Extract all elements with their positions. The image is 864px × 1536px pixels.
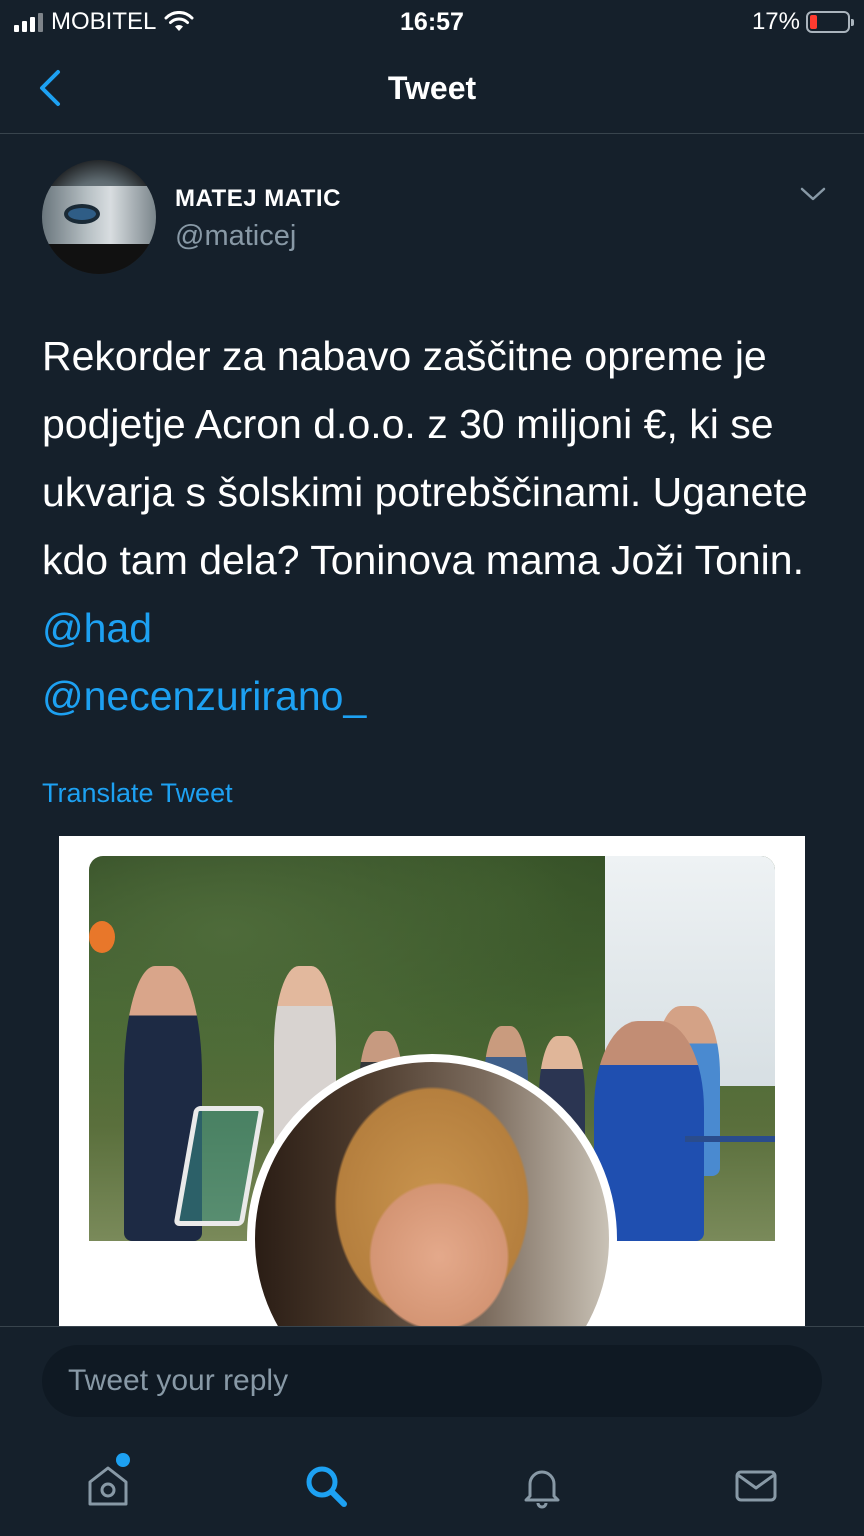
translate-tweet-link[interactable]: Translate Tweet: [42, 778, 233, 809]
tweet-text: Rekorder za nabavo zaščitne opreme je po…: [42, 322, 832, 730]
author-handle[interactable]: @maticej: [175, 220, 296, 253]
new-content-indicator: [116, 1453, 130, 1467]
battery-icon: [806, 11, 854, 33]
tweet-options-button[interactable]: [800, 184, 826, 204]
tweet-media-image[interactable]: [59, 836, 805, 1336]
tab-search[interactable]: [298, 1458, 354, 1514]
status-bar: MOBITEL 16:57 17%: [0, 0, 864, 44]
nav-header: Tweet: [0, 44, 864, 134]
battery-percent: 17%: [751, 8, 800, 35]
author-name[interactable]: MATEJ MATIC: [175, 185, 341, 213]
status-right: 17%: [751, 8, 854, 36]
page-title: Tweet: [387, 70, 477, 106]
reply-bar: [0, 1326, 864, 1436]
tweet-body: Rekorder za nabavo zaščitne opreme je po…: [42, 333, 808, 583]
bell-icon: [524, 1470, 560, 1509]
mail-icon: [735, 1470, 777, 1502]
tab-home[interactable]: [80, 1458, 136, 1514]
reply-input[interactable]: [42, 1345, 822, 1417]
tab-bar: [0, 1436, 864, 1536]
chevron-down-icon: [800, 187, 826, 201]
tab-messages[interactable]: [728, 1458, 784, 1514]
mention-link[interactable]: @had: [42, 605, 152, 651]
tab-notifications[interactable]: [514, 1458, 570, 1514]
avatar[interactable]: [42, 160, 156, 274]
search-icon: [306, 1466, 347, 1507]
clock: 16:57: [400, 8, 464, 36]
home-icon: [88, 1466, 128, 1506]
mention-link[interactable]: @necenzurirano_: [42, 673, 366, 719]
